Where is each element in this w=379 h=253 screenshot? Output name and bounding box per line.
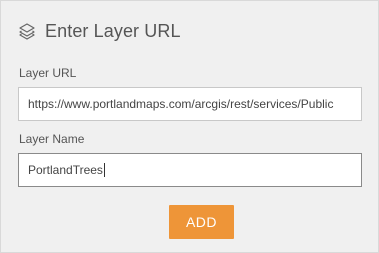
layer-url-value: https://www.portlandmaps.com/arcgis/rest… — [28, 97, 334, 111]
enter-layer-url-panel: Enter Layer URL Layer URL https://www.po… — [0, 0, 379, 253]
text-caret — [103, 163, 105, 177]
add-button[interactable]: ADD — [169, 205, 234, 239]
panel-title: Enter Layer URL — [45, 20, 181, 41]
layer-url-input[interactable]: https://www.portlandmaps.com/arcgis/rest… — [18, 87, 362, 121]
panel-header: Enter Layer URL — [18, 19, 181, 43]
layer-name-input[interactable]: PortlandTrees — [18, 153, 362, 187]
layer-url-label: Layer URL — [19, 66, 77, 80]
layers-icon — [18, 22, 36, 40]
layer-name-value: PortlandTrees — [28, 163, 103, 177]
layer-name-label: Layer Name — [19, 132, 85, 146]
